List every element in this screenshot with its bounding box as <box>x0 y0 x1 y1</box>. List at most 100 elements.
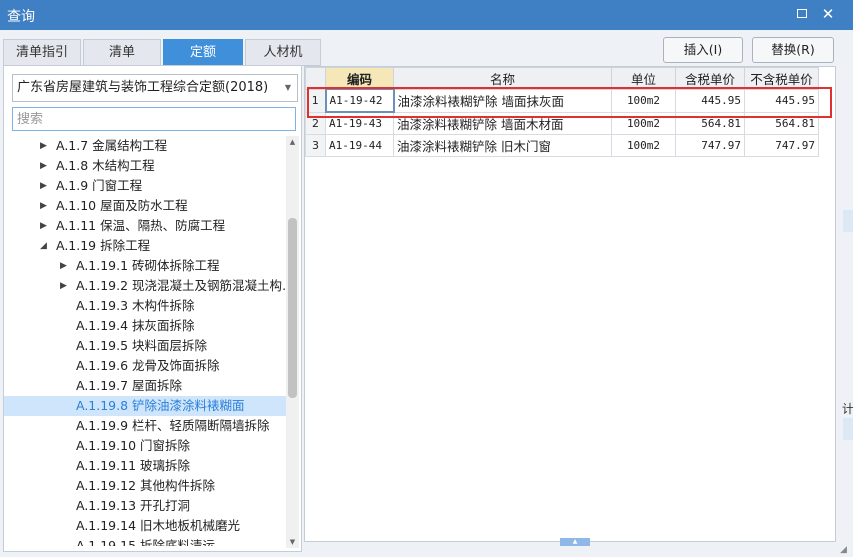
collapse-arrow-icon[interactable]: ◢ <box>40 236 50 256</box>
close-button[interactable]: ✕ <box>820 6 836 22</box>
expand-arrow-icon[interactable]: ▶ <box>40 136 50 156</box>
expand-arrow-icon[interactable]: ▶ <box>60 276 70 296</box>
expand-arrow-icon[interactable]: ▶ <box>40 156 50 176</box>
tree-item-label: A.1.19.9 栏杆、轻质隔断隔墙拆除 <box>76 418 270 433</box>
row-number[interactable]: 3 <box>305 134 326 157</box>
column-header-row-number <box>305 67 326 90</box>
tree-item-label: A.1.19.13 开孔打洞 <box>76 498 190 513</box>
tree-item[interactable]: A.1.19.6 龙骨及饰面拆除 <box>4 356 286 376</box>
tree-item-label: A.1.19.3 木构件拆除 <box>76 298 195 313</box>
column-header-unit[interactable]: 单位 <box>611 67 676 90</box>
insert-button[interactable]: 插入(I) <box>663 37 743 63</box>
tree-item[interactable]: A.1.19.4 抹灰面拆除 <box>4 316 286 336</box>
tree-item[interactable]: ▶ A.1.19.2 现浇混凝土及钢筋混凝土构… <box>4 276 286 296</box>
tree-scrollbar[interactable]: ▲ ▼ <box>286 136 299 548</box>
quota-grid-panel: 编码 名称 单位 含税单价 不含税单价 1 A1-19-42 油漆涂料裱糊铲除 墙面… <box>304 66 836 542</box>
tree-item[interactable]: A.1.19.9 栏杆、轻质隔断隔墙拆除 <box>4 416 286 436</box>
tree-item[interactable]: A.1.19.5 块料面层拆除 <box>4 336 286 356</box>
tree-item[interactable]: A.1.19.11 玻璃拆除 <box>4 456 286 476</box>
tab-bill[interactable]: 清单 <box>83 39 161 66</box>
cell-price-tax[interactable]: 747.97 <box>675 134 745 157</box>
title-bar: 查询 ✕ <box>0 0 853 30</box>
tree-item[interactable]: ▶ A.1.8 木结构工程 <box>4 156 286 176</box>
replace-button[interactable]: 替换(R) <box>752 37 834 63</box>
column-header-name[interactable]: 名称 <box>393 67 612 90</box>
tab-bill-guide[interactable]: 清单指引 <box>3 39 81 66</box>
table-row[interactable]: 1 A1-19-42 油漆涂料裱糊铲除 墙面抹灰面 100m2 445.95 445.95 <box>305 88 819 113</box>
resize-grip-icon[interactable]: ◢ <box>840 545 847 555</box>
tree-item-label: A.1.8 木结构工程 <box>56 158 155 173</box>
tree-item-label: A.1.19.15 拆除底料清运 <box>76 538 215 546</box>
quota-library-value: 广东省房屋建筑与装饰工程综合定额(2018) <box>17 80 269 95</box>
tree-item-label: A.1.9 门窗工程 <box>56 178 143 193</box>
tree-item[interactable]: ▶ A.1.7 金属结构工程 <box>4 136 286 156</box>
window-title: 查询 <box>7 9 35 25</box>
tree-item-label: A.1.19.6 龙骨及饰面拆除 <box>76 358 220 373</box>
tree-item[interactable]: A.1.19.7 屋面拆除 <box>4 376 286 396</box>
tree-item-label: A.1.19.4 抹灰面拆除 <box>76 318 195 333</box>
tree-item-label: A.1.11 保温、隔热、防腐工程 <box>56 218 226 233</box>
expand-arrow-icon[interactable]: ▶ <box>40 196 50 216</box>
tree-item[interactable]: ▶ A.1.19.1 砖砌体拆除工程 <box>4 256 286 276</box>
tree-item-label: A.1.19.11 玻璃拆除 <box>76 458 190 473</box>
cell-unit[interactable]: 100m2 <box>611 88 676 113</box>
tree-item-label: A.1.7 金属结构工程 <box>56 138 168 153</box>
tree-item-label: A.1.19.14 旧木地板机械磨光 <box>76 518 240 533</box>
maximize-button[interactable] <box>794 6 810 22</box>
cell-name[interactable]: 油漆涂料裱糊铲除 旧木门窗 <box>393 134 612 157</box>
cell-code[interactable]: A1-19-42 <box>324 88 395 113</box>
cell-code[interactable]: A1-19-43 <box>325 111 394 135</box>
tree-item[interactable]: A.1.19.10 门窗拆除 <box>4 436 286 456</box>
background-window-text: 计 <box>842 402 853 416</box>
cell-price-notax[interactable]: 747.97 <box>744 134 819 157</box>
tree-item[interactable]: A.1.19.12 其他构件拆除 <box>4 476 286 496</box>
expand-up-icon[interactable]: ▲ <box>560 538 590 546</box>
tab-labor-material-machine[interactable]: 人材机 <box>245 39 321 66</box>
background-window-edge <box>843 418 853 440</box>
maximize-icon <box>797 9 807 18</box>
cell-unit[interactable]: 100m2 <box>611 134 676 157</box>
tab-quota[interactable]: 定额 <box>163 39 243 66</box>
scroll-thumb[interactable] <box>288 218 297 398</box>
chapter-tree: ▶ A.1.7 金属结构工程 ▶ A.1.8 木结构工程 ▶ A.1.9 门窗工程 ▶ A.1… <box>4 136 286 546</box>
tree-item-label: A.1.19 拆除工程 <box>56 238 151 253</box>
column-header-price-tax[interactable]: 含税单价 <box>675 67 745 90</box>
cell-price-tax[interactable]: 445.95 <box>675 88 745 113</box>
tree-item[interactable]: ▶ A.1.10 屋面及防水工程 <box>4 196 286 216</box>
row-number[interactable]: 1 <box>305 88 326 113</box>
cell-code[interactable]: A1-19-44 <box>325 134 394 157</box>
tree-item[interactable]: A.1.19.14 旧木地板机械磨光 <box>4 516 286 536</box>
cell-price-notax[interactable]: 445.95 <box>744 88 819 113</box>
cell-price-tax[interactable]: 564.81 <box>675 111 745 135</box>
scroll-down-icon[interactable]: ▼ <box>286 536 299 548</box>
cell-price-notax[interactable]: 564.81 <box>744 111 819 135</box>
tree-item-label: A.1.19.5 块料面层拆除 <box>76 338 208 353</box>
expand-arrow-icon[interactable]: ▶ <box>40 216 50 236</box>
tree-item-label: A.1.19.8 铲除油漆涂料裱糊面 <box>76 398 245 413</box>
row-number[interactable]: 2 <box>305 111 326 135</box>
cell-unit[interactable]: 100m2 <box>611 111 676 135</box>
cell-name[interactable]: 油漆涂料裱糊铲除 墙面木材面 <box>393 111 612 135</box>
tree-item[interactable]: A.1.19.3 木构件拆除 <box>4 296 286 316</box>
tree-item[interactable]: ▶ A.1.11 保温、隔热、防腐工程 <box>4 216 286 236</box>
tree-item-label: A.1.19.2 现浇混凝土及钢筋混凝土构… <box>76 278 286 293</box>
quota-table: 编码 名称 单位 含税单价 不含税单价 1 A1-19-42 油漆涂料裱糊铲除 墙面… <box>305 67 819 157</box>
table-header-row: 编码 名称 单位 含税单价 不含税单价 <box>305 67 819 90</box>
cell-name[interactable]: 油漆涂料裱糊铲除 墙面抹灰面 <box>393 88 612 113</box>
expand-arrow-icon[interactable]: ▶ <box>40 176 50 196</box>
tree-item[interactable]: ▶ A.1.9 门窗工程 <box>4 176 286 196</box>
search-input[interactable] <box>12 107 296 131</box>
quota-library-select[interactable]: 广东省房屋建筑与装饰工程综合定额(2018) ▼ <box>12 74 298 102</box>
tree-item[interactable]: A.1.19.13 开孔打洞 <box>4 496 286 516</box>
tree-item[interactable]: A.1.19.15 拆除底料清运 <box>4 536 286 546</box>
scroll-up-icon[interactable]: ▲ <box>286 136 299 148</box>
column-header-code[interactable]: 编码 <box>325 67 394 90</box>
tree-item[interactable]: ◢ A.1.19 拆除工程 <box>4 236 286 256</box>
table-row[interactable]: 2 A1-19-43 油漆涂料裱糊铲除 墙面木材面 100m2 564.81 564.81 <box>305 111 819 135</box>
table-row[interactable]: 3 A1-19-44 油漆涂料裱糊铲除 旧木门窗 100m2 747.97 747.97 <box>305 134 819 157</box>
tree-item[interactable]: A.1.19.8 铲除油漆涂料裱糊面 <box>4 396 286 416</box>
expand-arrow-icon[interactable]: ▶ <box>60 256 70 276</box>
tree-item-label: A.1.19.12 其他构件拆除 <box>76 478 215 493</box>
column-header-price-notax[interactable]: 不含税单价 <box>744 67 819 90</box>
chevron-down-icon: ▼ <box>284 83 291 92</box>
